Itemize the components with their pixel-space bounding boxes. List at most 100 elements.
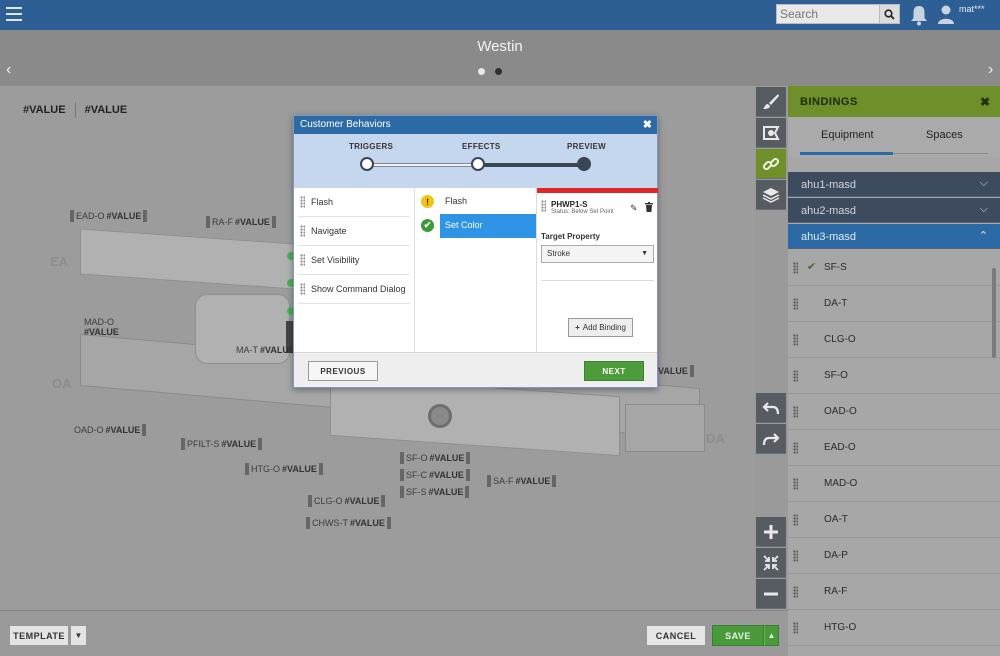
label-oad-o[interactable]: OAD-O #VALUE (74, 424, 147, 436)
drag-handle-icon[interactable] (300, 225, 305, 237)
point-item-da-p[interactable]: DA-P (788, 538, 1000, 574)
preview-point-status: Status: Below Set Point (551, 209, 614, 215)
prev-page-arrow[interactable]: ‹ (6, 62, 11, 78)
step-label-effects: EFFECTS (462, 142, 501, 151)
close-icon[interactable]: ✖ (980, 95, 990, 109)
step-node-preview[interactable] (577, 157, 591, 171)
add-binding-button[interactable]: + Add Binding (568, 318, 633, 337)
cancel-button[interactable]: CANCEL (646, 625, 706, 646)
label-sf-c[interactable]: SF-C #VALUE (400, 469, 470, 481)
alert-bar (537, 188, 658, 193)
label-pfilt-s[interactable]: PFILT-S #VALUE (181, 438, 263, 450)
tab-spaces[interactable]: Spaces (926, 129, 963, 141)
user-icon[interactable] (937, 4, 955, 24)
drag-handle-icon[interactable] (793, 550, 798, 562)
zoom-out-button[interactable] (756, 579, 786, 609)
link-tool[interactable] (756, 149, 786, 179)
point-item-oa-t[interactable]: OA-T (788, 502, 1000, 538)
fit-button[interactable] (756, 548, 786, 578)
drag-handle-icon[interactable] (300, 196, 305, 208)
label-mad-o[interactable]: MAD-O #VALUE (84, 317, 119, 337)
shape-tool[interactable] (756, 118, 786, 148)
drag-handle-icon[interactable] (793, 370, 798, 382)
search-input[interactable] (777, 5, 881, 23)
drag-handle-icon[interactable] (793, 334, 798, 346)
next-page-arrow[interactable]: › (988, 62, 993, 78)
redo-button[interactable] (756, 424, 786, 454)
point-item-ra-f[interactable]: RA-F (788, 574, 1000, 610)
layers-tool[interactable] (756, 180, 786, 210)
group-ahu2-masd[interactable]: ahu2-masd ⌵ (788, 198, 1000, 223)
template-button[interactable]: TEMPLATE (9, 625, 69, 646)
group-ahu3-masd[interactable]: ahu3-masd ⌃ (788, 224, 1000, 249)
zoom-in-button[interactable] (756, 517, 786, 547)
trigger-navigate[interactable]: Navigate (298, 217, 410, 246)
drag-handle-icon[interactable] (793, 514, 798, 526)
point-item-sf-o[interactable]: SF-O (788, 358, 1000, 394)
point-item-mad-o[interactable]: MAD-O (788, 466, 1000, 502)
label-sf-s[interactable]: SF-S #VALUE (400, 486, 470, 498)
menu-icon[interactable] (6, 7, 22, 21)
trigger-flash[interactable]: Flash (298, 188, 410, 217)
trigger-show-command-dialog[interactable]: Show Command Dialog (298, 275, 410, 304)
search-button[interactable] (879, 5, 899, 23)
label-ra-f[interactable]: RA-F #VALUE (206, 216, 276, 228)
template-dropdown-button[interactable]: ▼ (70, 625, 87, 646)
point-label: DA-T (824, 298, 848, 309)
point-item-clg-o[interactable]: CLG-O (788, 322, 1000, 358)
effects-column: ! Flash ✔ Set Color (415, 188, 537, 352)
label-ead-o[interactable]: EAD-O #VALUE (70, 210, 148, 222)
effect-set-color[interactable]: ✔ Set Color (415, 214, 536, 238)
pager-dot-1[interactable] (478, 68, 485, 75)
pencil-icon[interactable]: ✎ (630, 203, 638, 214)
drag-handle-icon[interactable] (793, 622, 798, 634)
tab-divider (893, 153, 988, 154)
drag-handle-icon[interactable] (793, 586, 798, 598)
label-clg-o[interactable]: CLG-O #VALUE (308, 495, 386, 507)
dialog-header: Customer Behaviors ✖ (294, 116, 657, 134)
point-label: OA-T (824, 514, 848, 525)
previous-button[interactable]: PREVIOUS (308, 361, 378, 381)
tab-equipment[interactable]: Equipment (821, 129, 874, 141)
drag-handle-icon[interactable] (793, 478, 798, 490)
next-button[interactable]: NEXT (584, 361, 644, 381)
drag-handle-icon[interactable] (300, 283, 305, 295)
drag-handle-icon[interactable] (793, 298, 798, 310)
label-sa-f[interactable]: SA-F #VALUE (487, 475, 557, 487)
step-node-triggers[interactable] (360, 157, 374, 171)
panel-scrollbar[interactable] (992, 268, 996, 358)
drag-handle-icon[interactable] (300, 254, 305, 266)
drag-handle-icon[interactable] (541, 200, 546, 212)
drag-handle-icon[interactable] (793, 262, 798, 274)
group-ahu1-masd[interactable]: ahu1-masd ⌵ (788, 172, 1000, 197)
bottom-bar: TEMPLATE ▼ CANCEL SAVE ▲ (0, 610, 788, 656)
undo-button[interactable] (756, 393, 786, 423)
point-item-htg-o[interactable]: HTG-O (788, 610, 1000, 646)
trash-icon[interactable] (645, 202, 653, 212)
top-bar: mat*** (0, 0, 1000, 30)
header-value-1[interactable]: #VALUE (14, 102, 76, 118)
drag-handle-icon[interactable] (793, 442, 798, 454)
save-button[interactable]: SAVE (712, 625, 764, 646)
close-icon[interactable]: ✖ (643, 118, 652, 131)
pager-dot-2[interactable] (495, 68, 502, 75)
label-right-value[interactable]: VALUE (658, 365, 694, 377)
save-dropdown-button[interactable]: ▲ (764, 625, 779, 646)
username[interactable]: mat*** (959, 4, 985, 14)
effect-flash[interactable]: ! Flash (415, 190, 536, 214)
target-property-select[interactable]: Stroke ▼ (541, 245, 654, 263)
label-htg-o[interactable]: HTG-O #VALUE (245, 463, 323, 475)
drag-handle-icon[interactable] (793, 406, 798, 418)
label-sf-o[interactable]: SF-O #VALUE (400, 452, 471, 464)
label-chws-t[interactable]: CHWS-T #VALUE (306, 517, 391, 529)
label-ma-t[interactable]: MA-T #VALUE (236, 344, 301, 356)
bell-icon[interactable] (909, 4, 929, 26)
trigger-set-visibility[interactable]: Set Visibility (298, 246, 410, 275)
brush-tool[interactable] (756, 87, 786, 117)
point-item-oad-o[interactable]: OAD-O (788, 394, 1000, 430)
point-item-sf-s[interactable]: ✔ SF-S (788, 250, 1000, 286)
step-node-effects[interactable] (471, 157, 485, 171)
point-item-da-t[interactable]: DA-T (788, 286, 1000, 322)
header-value-2[interactable]: #VALUE (76, 102, 137, 118)
point-item-ead-o[interactable]: EAD-O (788, 430, 1000, 466)
